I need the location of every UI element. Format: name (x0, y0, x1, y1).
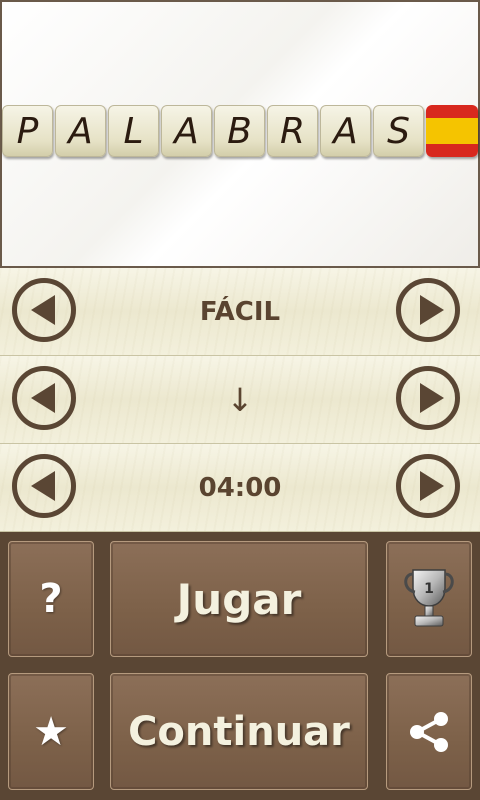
favorites-button[interactable]: ★ (8, 673, 94, 790)
title-tile: A (55, 105, 106, 157)
share-button[interactable] (386, 673, 472, 790)
arrow-right-icon (420, 471, 444, 501)
question-icon: ? (39, 576, 63, 622)
title-tile: B (214, 105, 265, 157)
title-tile: R (267, 105, 318, 157)
arrow-right-icon (420, 383, 444, 413)
play-button[interactable]: Jugar (110, 541, 368, 657)
ranking-button[interactable]: 1 (386, 541, 472, 657)
star-icon: ★ (33, 708, 69, 755)
arrow-right-icon (420, 295, 444, 325)
title-banner: P A L A B R A S (0, 0, 480, 268)
direction-selector: ↓ (0, 356, 480, 444)
difficulty-selector: FÁCIL (0, 268, 480, 356)
continue-button[interactable]: Continuar (110, 673, 368, 790)
time-selector: 04:00 (0, 444, 480, 532)
title-tile: L (108, 105, 159, 157)
share-icon (410, 711, 448, 752)
play-label: Jugar (176, 574, 302, 624)
trophy-icon: 1 (404, 569, 454, 627)
help-button[interactable]: ? (8, 541, 94, 657)
title-tile: A (161, 105, 212, 157)
difficulty-next-button[interactable] (396, 278, 460, 342)
title-tile: S (373, 105, 424, 157)
continue-label: Continuar (128, 708, 350, 755)
spain-flag-icon[interactable] (426, 105, 478, 157)
time-next-button[interactable] (396, 454, 460, 518)
direction-next-button[interactable] (396, 366, 460, 430)
title-tile: A (320, 105, 371, 157)
title-tiles: P A L A B R A S (2, 105, 478, 161)
app-root: P A L A B R A S FÁCIL ↓ 04:00 ? Jugar 1 … (0, 0, 480, 800)
svg-text:1: 1 (424, 581, 434, 597)
title-tile: P (2, 105, 53, 157)
